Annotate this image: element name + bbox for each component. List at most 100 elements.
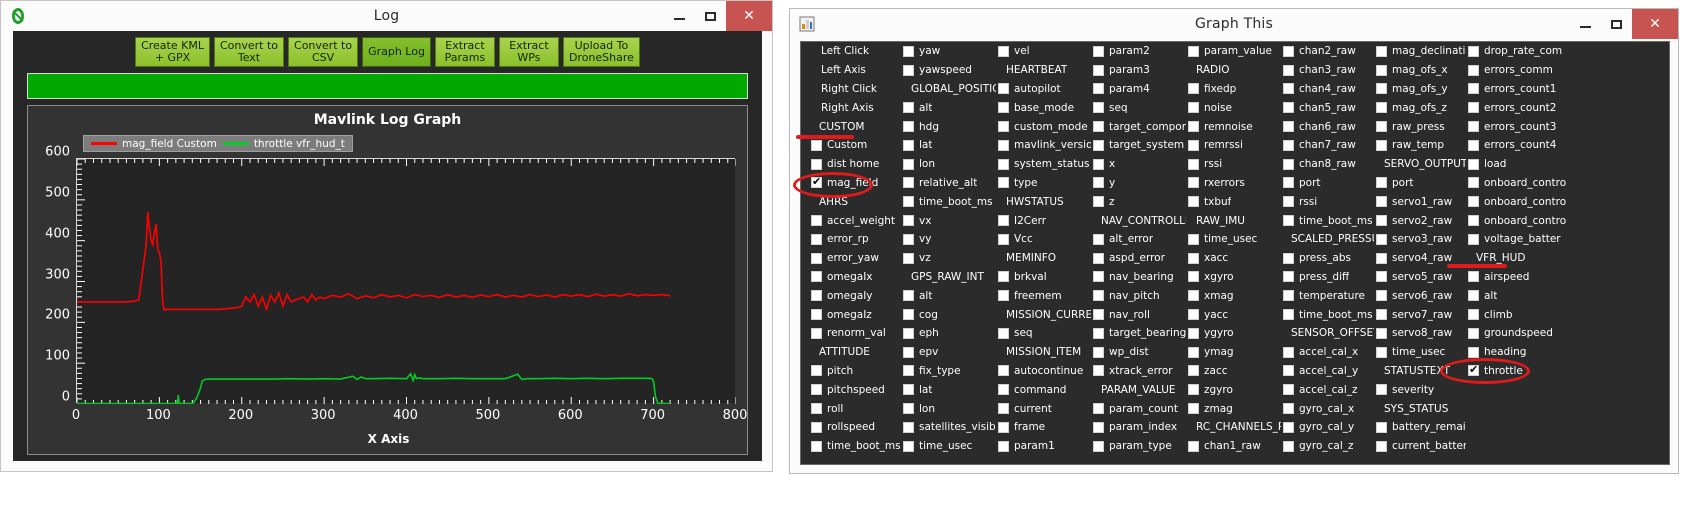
checkbox-param-type[interactable] — [1093, 441, 1104, 452]
field-checkbox-row-yawspeed[interactable]: yawspeed — [901, 61, 996, 80]
field-checkbox-row-chan3-raw[interactable]: chan3_raw — [1281, 61, 1374, 80]
checkbox-voltage-batter[interactable] — [1468, 234, 1479, 245]
field-checkbox-row-nav-bearing[interactable]: nav_bearing — [1091, 268, 1186, 287]
checkbox-errors-count3[interactable] — [1468, 121, 1479, 132]
checkbox-chan3-raw[interactable] — [1283, 65, 1294, 76]
checkbox-heading[interactable] — [1468, 347, 1479, 358]
field-checkbox-row-remrssi[interactable]: remrssi — [1186, 136, 1281, 155]
checkbox-vy[interactable] — [903, 234, 914, 245]
minimize-button[interactable] — [1570, 9, 1601, 39]
close-button[interactable]: ✕ — [1632, 9, 1678, 39]
field-checkbox-row-lat[interactable]: lat — [901, 380, 996, 399]
toolbar-button-extract-wps[interactable]: ExtractWPs — [499, 37, 559, 67]
checkbox-rssi[interactable] — [1188, 159, 1199, 170]
field-checkbox-row-hdg[interactable]: hdg — [901, 117, 996, 136]
checkbox-dist-home[interactable] — [811, 159, 822, 170]
field-checkbox-row-gyro-cal-y[interactable]: gyro_cal_y — [1281, 418, 1374, 437]
checkbox-press-diff[interactable] — [1283, 271, 1294, 282]
checkbox-vel[interactable] — [998, 46, 1009, 57]
field-checkbox-row-param2[interactable]: param2 — [1091, 42, 1186, 61]
checkbox-errors-comm[interactable] — [1468, 65, 1479, 76]
field-checkbox-row-dist-home[interactable]: dist home — [809, 155, 904, 174]
field-checkbox-row-chan5-raw[interactable]: chan5_raw — [1281, 98, 1374, 117]
field-checkbox-row-roll[interactable]: roll — [809, 399, 904, 418]
field-checkbox-row-climb[interactable]: climb — [1466, 305, 1576, 324]
checkbox-hdg[interactable] — [903, 121, 914, 132]
field-checkbox-row-vcc[interactable]: Vcc — [996, 230, 1091, 249]
checkbox-brkval[interactable] — [998, 271, 1009, 282]
checkbox-onboard-contro[interactable] — [1468, 215, 1479, 226]
checkbox-param3[interactable] — [1093, 65, 1104, 76]
field-checkbox-row-accel-cal-z[interactable]: accel_cal_z — [1281, 380, 1374, 399]
checkbox-throttle[interactable] — [1468, 365, 1479, 376]
checkbox-yawspeed[interactable] — [903, 65, 914, 76]
field-checkbox-row-noise[interactable]: noise — [1186, 98, 1281, 117]
field-checkbox-row-heading[interactable]: heading — [1466, 343, 1576, 362]
checkbox-yacc[interactable] — [1188, 309, 1199, 320]
field-checkbox-row-alt-error[interactable]: alt_error — [1091, 230, 1186, 249]
field-checkbox-row-xacc[interactable]: xacc — [1186, 249, 1281, 268]
checkbox-alt-error[interactable] — [1093, 234, 1104, 245]
checkbox-chan8-raw[interactable] — [1283, 159, 1294, 170]
checkbox-groundspeed[interactable] — [1468, 328, 1479, 339]
field-checkbox-row-remnoise[interactable]: remnoise — [1186, 117, 1281, 136]
checkbox-xmag[interactable] — [1188, 290, 1199, 301]
checkbox-param-index[interactable] — [1093, 422, 1104, 433]
checkbox-rxerrors[interactable] — [1188, 177, 1199, 188]
checkbox-param2[interactable] — [1093, 46, 1104, 57]
checkbox-fix-type[interactable] — [903, 365, 914, 376]
field-checkbox-row-drop-rate-com[interactable]: drop_rate_com — [1466, 42, 1576, 61]
checkbox-error-yaw[interactable] — [811, 253, 822, 264]
field-checkbox-row-cog[interactable]: cog — [901, 305, 996, 324]
checkbox-lat[interactable] — [903, 384, 914, 395]
field-checkbox-row-errors-comm[interactable]: errors_comm — [1466, 61, 1576, 80]
field-checkbox-row-accel-cal-y[interactable]: accel_cal_y — [1281, 362, 1374, 381]
field-checkbox-row-wp-dist[interactable]: wp_dist — [1091, 343, 1186, 362]
field-checkbox-row-yacc[interactable]: yacc — [1186, 305, 1281, 324]
field-checkbox-row-zacc[interactable]: zacc — [1186, 362, 1281, 381]
checkbox-servo7-raw[interactable] — [1376, 309, 1387, 320]
checkbox-mag-declinatio[interactable] — [1376, 46, 1387, 57]
field-checkbox-row-onboard-contro[interactable]: onboard_contro — [1466, 211, 1576, 230]
field-checkbox-row-omegaix[interactable]: omegaIx — [809, 268, 904, 287]
minimize-button[interactable] — [664, 1, 695, 31]
checkbox-omegaiz[interactable] — [811, 309, 822, 320]
checkbox-custom[interactable] — [811, 140, 822, 151]
checkbox-mag-ofs-y[interactable] — [1376, 83, 1387, 94]
field-checkbox-row-port[interactable]: port — [1281, 174, 1374, 193]
field-checkbox-row-vy[interactable]: vy — [901, 230, 996, 249]
checkbox-raw-temp[interactable] — [1376, 140, 1387, 151]
checkbox-error-rp[interactable] — [811, 234, 822, 245]
field-checkbox-row-param-count[interactable]: param_count — [1091, 399, 1186, 418]
toolbar-button-convert-to-csv[interactable]: Convert toCSV — [288, 37, 358, 67]
field-checkbox-row-press-diff[interactable]: press_diff — [1281, 268, 1374, 287]
checkbox-alt[interactable] — [1468, 290, 1479, 301]
checkbox-zmag[interactable] — [1188, 403, 1199, 414]
field-checkbox-row-seq[interactable]: seq — [1091, 98, 1186, 117]
field-checkbox-row-airspeed[interactable]: airspeed — [1466, 268, 1576, 287]
checkbox-remnoise[interactable] — [1188, 121, 1199, 132]
field-checkbox-row-servo4-raw[interactable]: servo4_raw — [1374, 249, 1466, 268]
field-checkbox-row-gyro-cal-z[interactable]: gyro_cal_z — [1281, 437, 1374, 456]
checkbox-current-battery[interactable] — [1376, 441, 1387, 452]
field-checkbox-row-y[interactable]: y — [1091, 174, 1186, 193]
field-checkbox-row-vx[interactable]: vx — [901, 211, 996, 230]
field-checkbox-row-gyro-cal-x[interactable]: gyro_cal_x — [1281, 399, 1374, 418]
field-checkbox-row-xmag[interactable]: xmag — [1186, 286, 1281, 305]
field-checkbox-row-mag-ofs-x[interactable]: mag_ofs_x — [1374, 61, 1466, 80]
field-checkbox-row-zgyro[interactable]: zgyro — [1186, 380, 1281, 399]
checkbox-gyro-cal-z[interactable] — [1283, 441, 1294, 452]
checkbox-chan7-raw[interactable] — [1283, 140, 1294, 151]
field-checkbox-row-chan1-raw[interactable]: chan1_raw — [1186, 437, 1281, 456]
checkbox-vx[interactable] — [903, 215, 914, 226]
field-checkbox-row-nav-pitch[interactable]: nav_pitch — [1091, 286, 1186, 305]
toolbar-button-create-kml-gpx[interactable]: Create KML+ GPX — [135, 37, 210, 67]
field-checkbox-row-i2cerr[interactable]: I2Cerr — [996, 211, 1091, 230]
checkbox-port[interactable] — [1283, 177, 1294, 188]
field-checkbox-row-rxerrors[interactable]: rxerrors — [1186, 174, 1281, 193]
field-checkbox-row-param-type[interactable]: param_type — [1091, 437, 1186, 456]
checkbox-accel-cal-z[interactable] — [1283, 384, 1294, 395]
field-checkbox-row-x[interactable]: x — [1091, 155, 1186, 174]
checkbox-errors-count4[interactable] — [1468, 140, 1479, 151]
checkbox-renorm-val[interactable] — [811, 328, 822, 339]
